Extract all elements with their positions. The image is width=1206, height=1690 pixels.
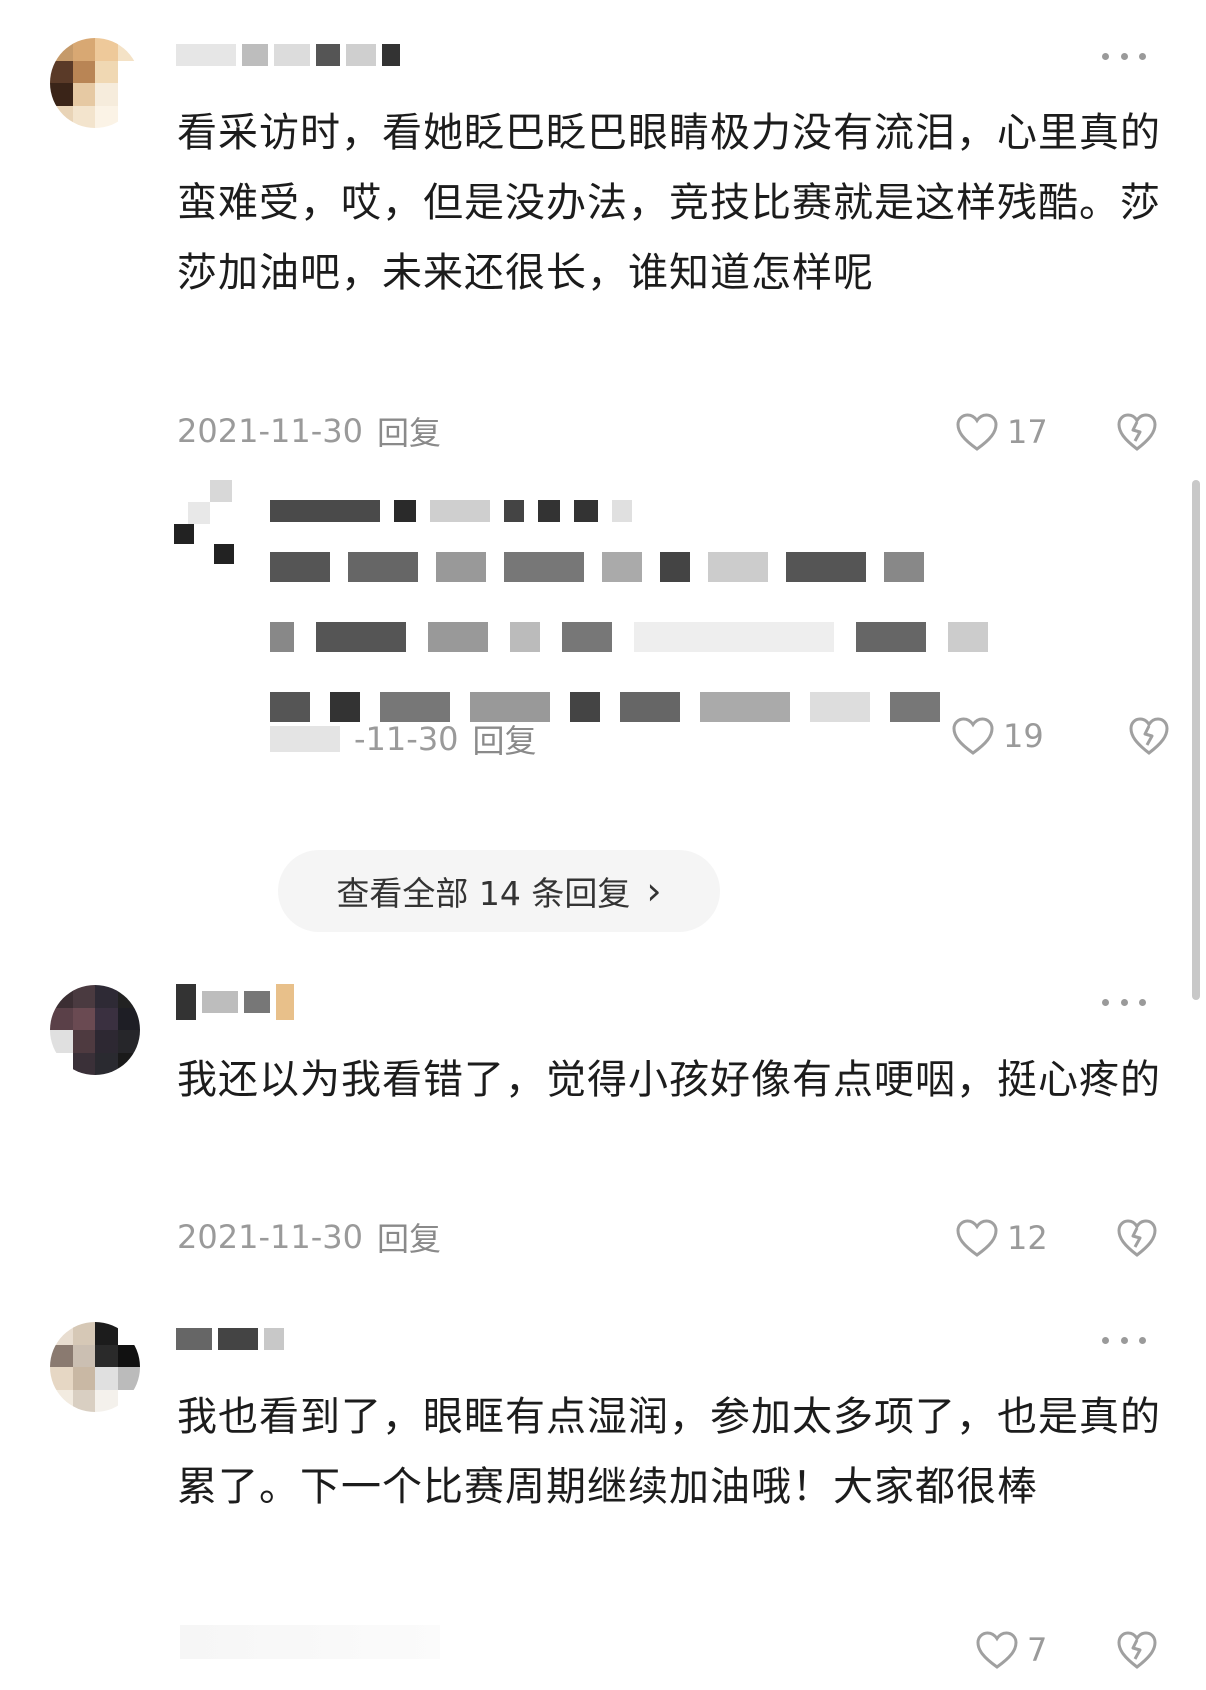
dislike-button[interactable] bbox=[1128, 716, 1170, 756]
comment-text: 我还以为我看错了，觉得小孩好像有点哽咽，挺心疼的 bbox=[177, 1057, 1161, 1103]
avatar[interactable] bbox=[50, 985, 140, 1075]
dislike-button[interactable] bbox=[1116, 412, 1158, 452]
comment-text: 看采访时，看她眨巴眨巴眼睛极力没有流泪，心里真的蛮难受，哎，但是没办法，竞技比赛… bbox=[177, 110, 1161, 296]
reply-button[interactable]: 回复 bbox=[473, 716, 537, 762]
comment-text: 我也看到了，眼眶有点湿润，参加太多项了，也是真的累了。下一个比赛周期继续加油哦！… bbox=[177, 1394, 1161, 1510]
username-blurred[interactable] bbox=[176, 1322, 284, 1356]
avatar[interactable] bbox=[50, 38, 140, 128]
heart-outline-icon bbox=[955, 1218, 999, 1258]
username-blurred[interactable] bbox=[176, 38, 400, 72]
view-all-label: 查看全部 14 条回复 bbox=[336, 874, 631, 913]
broken-heart-icon bbox=[1116, 1630, 1158, 1670]
reply-button[interactable]: 回复 bbox=[377, 408, 441, 454]
comment-date: 2021-11-30 bbox=[177, 412, 363, 450]
like-button[interactable]: 19 bbox=[951, 716, 1044, 756]
more-options-icon[interactable] bbox=[1102, 992, 1146, 1012]
reply-button[interactable]: 回复 bbox=[377, 1214, 441, 1260]
more-options-icon[interactable] bbox=[1102, 1330, 1146, 1350]
like-button[interactable]: 12 bbox=[955, 1218, 1048, 1258]
reply-avatar[interactable] bbox=[170, 470, 240, 564]
chevron-right-icon: › bbox=[646, 869, 662, 913]
like-count: 7 bbox=[1027, 1631, 1048, 1669]
like-count: 17 bbox=[1007, 413, 1048, 451]
date-blur bbox=[270, 726, 340, 752]
nested-reply: -11-30 回复 19 bbox=[170, 470, 1170, 820]
date-blurred bbox=[180, 1625, 440, 1659]
reply-username-blurred bbox=[270, 500, 870, 530]
view-all-replies-button[interactable]: 查看全部 14 条回复 › bbox=[278, 850, 720, 932]
reply-date: -11-30 bbox=[354, 720, 459, 758]
scrollbar[interactable] bbox=[1192, 480, 1200, 1000]
broken-heart-icon bbox=[1116, 412, 1158, 452]
comment-meta: 2021-11-30 回复 bbox=[177, 1214, 441, 1260]
heart-outline-icon bbox=[955, 412, 999, 452]
like-button[interactable]: 7 bbox=[975, 1630, 1047, 1670]
username-blurred[interactable] bbox=[176, 984, 294, 1020]
heart-outline-icon bbox=[951, 716, 995, 756]
broken-heart-icon bbox=[1116, 1218, 1158, 1258]
more-options-icon[interactable] bbox=[1102, 46, 1146, 66]
dislike-button[interactable] bbox=[1116, 1630, 1158, 1670]
like-button[interactable]: 17 bbox=[955, 412, 1048, 452]
dislike-button[interactable] bbox=[1116, 1218, 1158, 1258]
heart-outline-icon bbox=[975, 1630, 1019, 1670]
reply-meta: -11-30 回复 bbox=[270, 716, 537, 762]
broken-heart-icon bbox=[1128, 716, 1170, 756]
like-count: 19 bbox=[1003, 717, 1044, 755]
like-count: 12 bbox=[1007, 1219, 1048, 1257]
avatar[interactable] bbox=[50, 1322, 140, 1412]
comment-meta: 2021-11-30 回复 bbox=[177, 408, 441, 454]
comment-date: 2021-11-30 bbox=[177, 1218, 363, 1256]
